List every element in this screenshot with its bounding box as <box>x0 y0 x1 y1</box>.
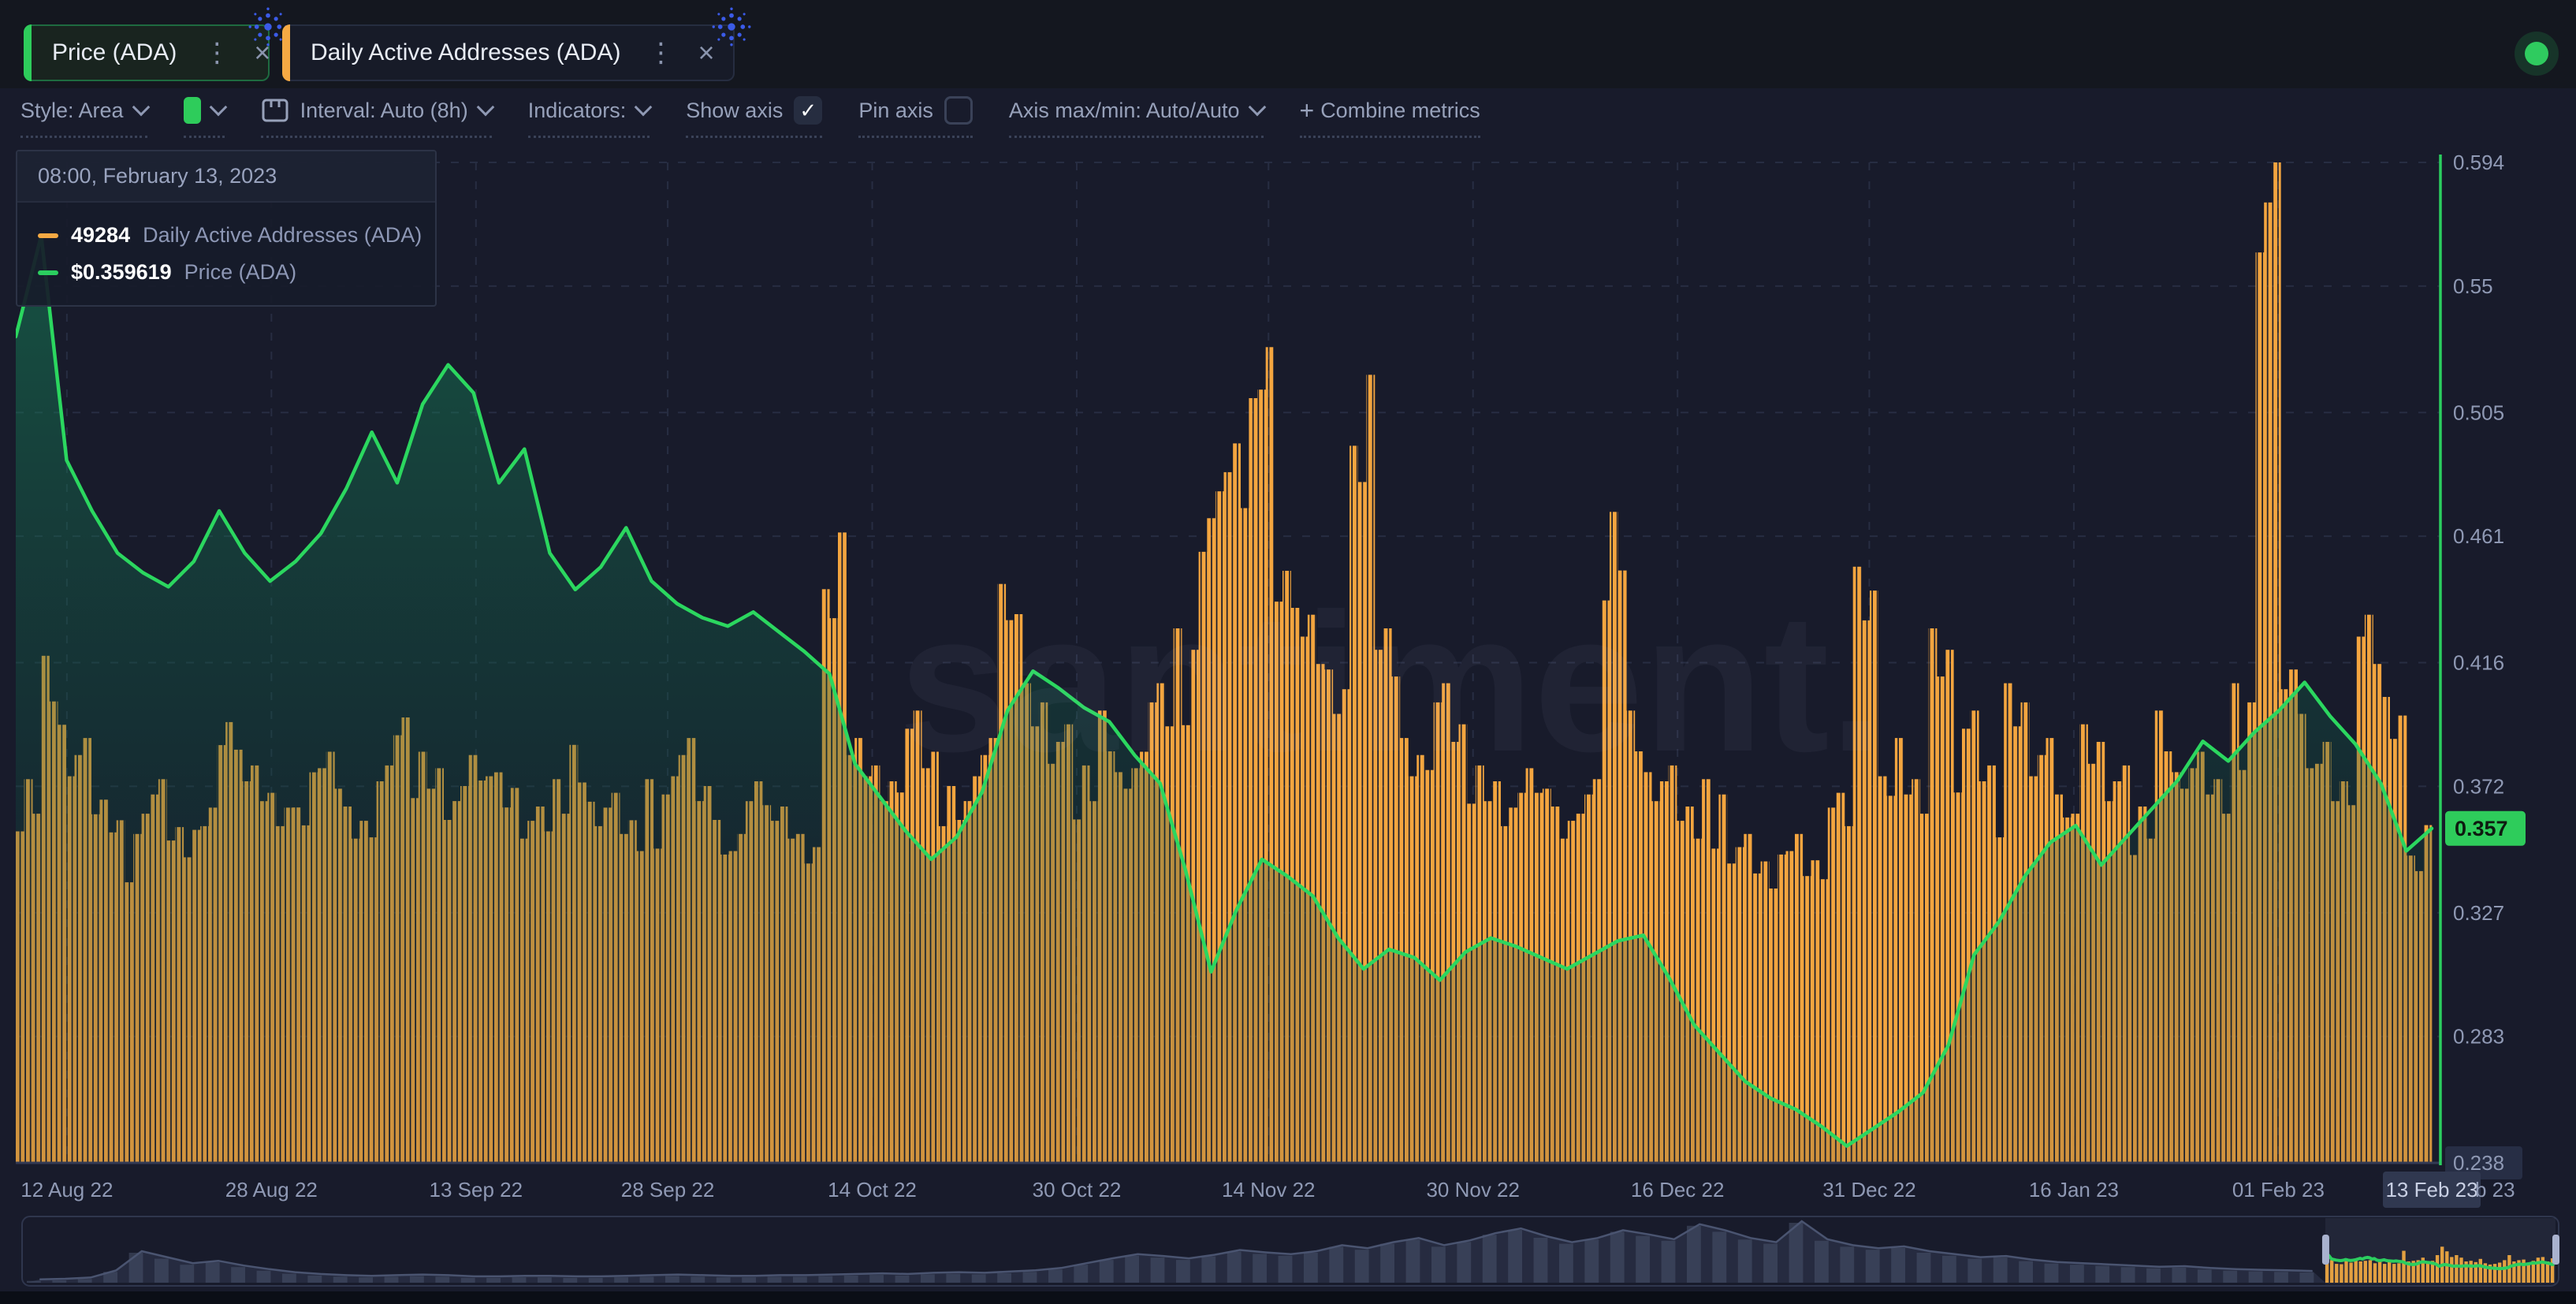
nav-handle-right[interactable] <box>2552 1235 2559 1265</box>
nav-selection-bar <box>2335 1264 2338 1283</box>
daa-bar <box>1895 738 1904 1163</box>
x-axis-tick-label: 14 Oct 22 <box>828 1178 917 1202</box>
nav-selection-bar <box>2459 1257 2462 1283</box>
nav-selection-bar <box>2436 1255 2439 1283</box>
x-axis-tick-label: 12 Aug 22 <box>20 1178 113 1202</box>
x-axis-tick-label: 01 Feb 23 <box>2232 1178 2325 1202</box>
nav-selection-bar <box>2402 1251 2405 1284</box>
nav-selection-bar <box>2445 1251 2448 1283</box>
nav-selection-bar <box>2450 1257 2453 1283</box>
x-axis-tick-label: 30 Oct 22 <box>1033 1178 1122 1202</box>
nav-selection-bar <box>2359 1261 2362 1283</box>
current-price-value: 0.357 <box>2455 817 2508 840</box>
nav-selection-bar <box>2479 1259 2482 1283</box>
daa-bar <box>1811 860 1820 1163</box>
y-axis-tick-label: 0.416 <box>2453 651 2504 675</box>
nav-selection-bar <box>2340 1265 2343 1284</box>
nav-selection-bar <box>2426 1261 2429 1283</box>
tooltip-label: Price (ADA) <box>184 260 297 285</box>
daa-bar <box>1878 777 1887 1163</box>
x-axis-tick-label: 16 Jan 23 <box>2029 1178 2119 1202</box>
x-axis-tick-label: 13 Sep 22 <box>430 1178 523 1202</box>
watermark: santiment. <box>899 572 1884 792</box>
x-axis-tick-label-highlighted: 13 Feb 23 <box>2385 1178 2477 1202</box>
y-axis-tick-label: 0.327 <box>2453 901 2504 925</box>
nav-selection-bar <box>2527 1263 2530 1283</box>
nav-selection-bar <box>2344 1258 2347 1283</box>
nav-selection-bar <box>2369 1260 2372 1283</box>
nav-selection-bar <box>2383 1264 2386 1283</box>
y-axis-tick-label: 0.594 <box>2453 151 2504 174</box>
nav-selection-bar <box>2392 1264 2395 1283</box>
daa-bar <box>1828 807 1837 1163</box>
x-axis-tick-label: 16 Dec 22 <box>1631 1178 1725 1202</box>
y-axis-tick-label: 0.505 <box>2453 401 2504 424</box>
daa-bar <box>1886 795 1895 1163</box>
daa-bar <box>1819 879 1828 1163</box>
tooltip-datetime: 08:00, February 13, 2023 <box>17 151 435 203</box>
nav-selection-bar <box>2364 1261 2367 1283</box>
nav-history-area <box>27 1221 2325 1283</box>
nav-selection-bar <box>2373 1263 2377 1283</box>
nav-selection-bar <box>2498 1263 2501 1284</box>
nav-selection-bar <box>2325 1262 2328 1283</box>
x-axis-tick-label: 28 Sep 22 <box>621 1178 715 1202</box>
x-axis-tick-label: 28 Aug 22 <box>225 1178 318 1202</box>
tooltip-row-daa: 49284 Daily Active Addresses (ADA) <box>38 223 435 248</box>
nav-selection-bar <box>2388 1260 2391 1283</box>
daa-bar <box>1836 793 1845 1163</box>
chart-tooltip: 08:00, February 13, 2023 49284 Daily Act… <box>16 150 437 307</box>
tooltip-value: $0.359619 <box>71 260 172 285</box>
x-axis-tick-label: 31 Dec 22 <box>1822 1178 1916 1202</box>
x-axis-tick-label: 14 Nov 22 <box>1222 1178 1316 1202</box>
y-axis-tick-label: 0.238 <box>2453 1151 2504 1175</box>
y-axis-tick-label: 0.461 <box>2453 524 2504 548</box>
daa-bar <box>1845 826 1853 1163</box>
nav-selection-bar <box>2330 1260 2333 1283</box>
nav-selection-bar <box>2397 1263 2400 1283</box>
tooltip-value: 49284 <box>71 223 130 248</box>
y-axis-tick-label: 0.55 <box>2453 274 2493 298</box>
price-series-dash-icon <box>38 270 58 275</box>
nav-selection-bar <box>2355 1261 2358 1283</box>
nav-selection-bar <box>2349 1263 2352 1284</box>
nav-selection-bar <box>2378 1261 2381 1283</box>
x-axis-tick-label-clipped: b 23 <box>2475 1178 2515 1202</box>
nav-selection-bar <box>2503 1260 2506 1283</box>
nav-selection-bar <box>2455 1255 2458 1283</box>
x-axis-tick-label: 30 Nov 22 <box>1426 1178 1520 1202</box>
tooltip-label: Daily Active Addresses (ADA) <box>143 223 422 248</box>
navigator[interactable] <box>22 1216 2559 1286</box>
y-axis-tick-label: 0.372 <box>2453 774 2504 798</box>
daa-series-dash-icon <box>38 233 58 238</box>
nav-handle-left[interactable] <box>2322 1235 2329 1265</box>
tooltip-row-price: $0.359619 Price (ADA) <box>38 260 435 285</box>
y-axis-tick-label: 0.283 <box>2453 1025 2504 1049</box>
nav-selection-bar <box>2470 1261 2473 1283</box>
